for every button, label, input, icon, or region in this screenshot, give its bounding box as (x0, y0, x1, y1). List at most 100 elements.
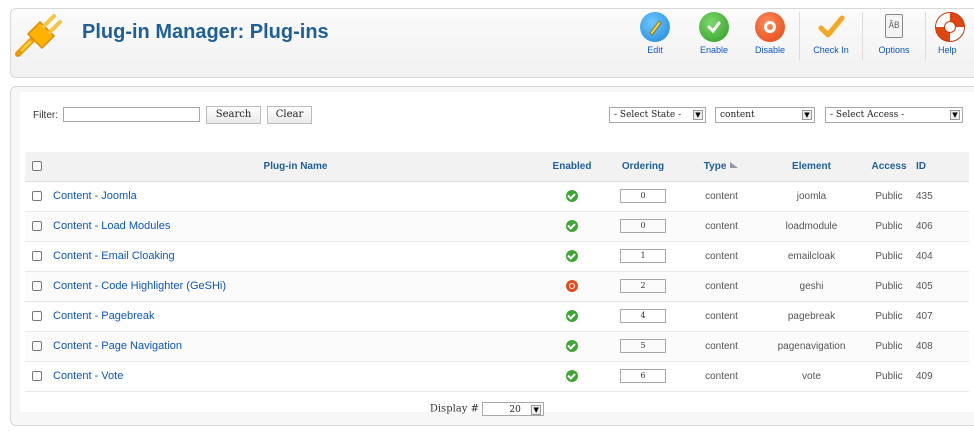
row-checkbox[interactable] (32, 340, 42, 351)
enabled-status-icon[interactable] (566, 310, 578, 322)
search-button[interactable]: Search (206, 106, 261, 124)
enabled-cell (542, 301, 602, 332)
ordering-cell: 5 (602, 331, 684, 362)
element-cell: geshi (759, 271, 864, 302)
select-access-dropdown[interactable]: - Select Access - ▼ (825, 107, 963, 123)
enabled-status-icon[interactable] (566, 190, 578, 202)
table-body: Content - Joomla 0 content joomla Public 435 C… (25, 181, 969, 392)
plugins-table: Plug-in Name Enabled Ordering Type Eleme… (25, 152, 969, 392)
id-cell: 406 (914, 211, 969, 242)
select-state-value: - Select State - (614, 110, 682, 120)
select-type-value: content (720, 110, 755, 120)
element-cell: joomla (759, 181, 864, 212)
ordering-cell: 0 (602, 211, 684, 242)
column-plugin-name[interactable]: Plug-in Name (49, 152, 542, 182)
row-checkbox[interactable] (32, 370, 42, 381)
select-all-checkbox[interactable] (32, 161, 42, 172)
type-cell: content (684, 271, 759, 302)
enabled-cell (542, 331, 602, 362)
clear-button[interactable]: Clear (267, 106, 312, 124)
plugin-name-link[interactable]: Content - Load Modules (49, 211, 542, 242)
table-row: Content - Pagebreak 4 content pagebreak Publ… (25, 301, 969, 332)
access-cell: Public (864, 181, 914, 212)
ordering-input[interactable]: 5 (620, 339, 666, 353)
plugin-name-link[interactable]: Content - Pagebreak (49, 301, 542, 332)
column-element[interactable]: Element (759, 152, 864, 182)
ordering-cell: 1 (602, 241, 684, 272)
filter-input[interactable] (63, 107, 200, 122)
access-cell: Public (864, 211, 914, 242)
display-count-value: 20 (509, 405, 521, 415)
row-checkbox-cell (25, 271, 49, 302)
filter-label: Filter: (33, 110, 58, 121)
help-icon (935, 12, 965, 42)
edit-icon (640, 12, 670, 42)
toolbar-divider (925, 12, 926, 60)
disabled-status-icon[interactable] (566, 280, 578, 292)
row-checkbox[interactable] (32, 190, 42, 201)
ordering-input[interactable]: 2 (620, 279, 666, 293)
pagination-footer: Display # 20 ▼ (0, 402, 974, 416)
row-checkbox-cell (25, 241, 49, 272)
select-all-checkbox-cell (25, 152, 49, 182)
enabled-cell (542, 361, 602, 392)
table-header-row: Plug-in Name Enabled Ordering Type Eleme… (25, 152, 969, 182)
column-type[interactable]: Type (684, 152, 759, 182)
id-cell: 408 (914, 331, 969, 362)
plugin-name-link[interactable]: Content - Email Cloaking (49, 241, 542, 272)
display-count-dropdown[interactable]: 20 ▼ (482, 402, 545, 416)
page-title: Plug-in Manager: Plug-ins (82, 21, 329, 43)
edit-button[interactable]: Edit (627, 10, 683, 62)
enabled-status-icon[interactable] (566, 340, 578, 352)
options-button[interactable]: ĀB Options (866, 10, 922, 62)
select-type-dropdown[interactable]: content ▼ (715, 107, 815, 123)
table-row: Content - Code Highlighter (GeSHi) 2 conte… (25, 271, 969, 302)
chevron-down-icon: ▼ (950, 110, 960, 120)
type-cell: content (684, 181, 759, 212)
toolbar-divider (862, 12, 863, 60)
column-id[interactable]: ID (914, 152, 969, 182)
select-state-dropdown[interactable]: - Select State - ▼ (609, 107, 706, 123)
enabled-cell (542, 211, 602, 242)
row-checkbox-cell (25, 361, 49, 392)
ordering-cell: 6 (602, 361, 684, 392)
ordering-input[interactable]: 0 (620, 219, 666, 233)
plugin-name-link[interactable]: Content - Joomla (49, 181, 542, 212)
enabled-status-icon[interactable] (566, 250, 578, 262)
row-checkbox[interactable] (32, 220, 42, 231)
ordering-input[interactable]: 6 (620, 369, 666, 383)
table-row: Content - Joomla 0 content joomla Public 435 (25, 181, 969, 212)
id-cell: 405 (914, 271, 969, 302)
column-ordering[interactable]: Ordering (602, 152, 684, 182)
disable-button[interactable]: Disable (742, 10, 798, 62)
table-row: Content - Page Navigation 5 content pagenav… (25, 331, 969, 362)
ordering-input[interactable]: 1 (620, 249, 666, 263)
help-button[interactable]: Help (929, 10, 974, 62)
access-cell: Public (864, 301, 914, 332)
row-checkbox[interactable] (32, 280, 42, 291)
plugin-name-link[interactable]: Content - Code Highlighter (GeSHi) (49, 271, 542, 302)
plugin-name-link[interactable]: Content - Vote (49, 361, 542, 392)
check-in-button[interactable]: Check In (803, 10, 859, 62)
enabled-status-icon[interactable] (566, 220, 578, 232)
column-enabled[interactable]: Enabled (542, 152, 602, 182)
plugin-plug-icon (15, 14, 62, 57)
id-cell: 435 (914, 181, 969, 212)
enable-button[interactable]: Enable (686, 10, 742, 62)
ordering-input[interactable]: 4 (620, 309, 666, 323)
type-cell: content (684, 211, 759, 242)
id-cell: 407 (914, 301, 969, 332)
chevron-down-icon: ▼ (693, 110, 703, 120)
sort-icon (730, 161, 739, 168)
row-checkbox[interactable] (32, 250, 42, 261)
options-label: Options (878, 45, 910, 55)
ordering-input[interactable]: 0 (620, 189, 666, 203)
access-cell: Public (864, 271, 914, 302)
column-access[interactable]: Access (864, 152, 914, 182)
enable-icon (699, 12, 729, 42)
row-checkbox[interactable] (32, 310, 42, 321)
edit-label: Edit (647, 45, 663, 55)
plugin-name-link[interactable]: Content - Page Navigation (49, 331, 542, 362)
element-cell: emailcloak (759, 241, 864, 272)
enabled-status-icon[interactable] (566, 370, 578, 382)
